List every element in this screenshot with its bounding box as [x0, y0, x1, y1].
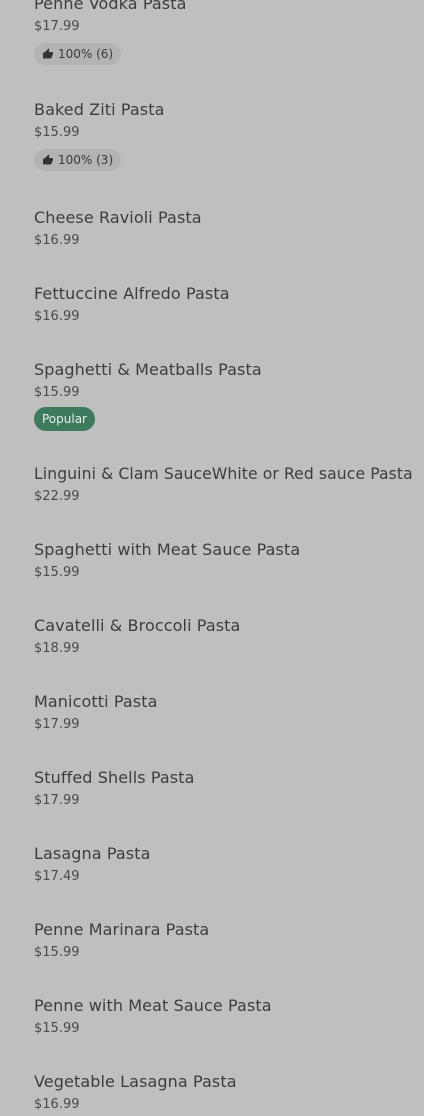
menu-item-name: Spaghetti & Meatballs Pasta	[34, 360, 262, 379]
menu-item[interactable]: Penne Vodka Pasta $17.99 100% (6)	[34, 0, 414, 65]
menu-item[interactable]: Manicotti Pasta $17.99	[34, 692, 414, 733]
thumbs-up-icon	[43, 48, 53, 59]
menu-item[interactable]: Penne with Meat Sauce Pasta $15.99	[34, 996, 414, 1037]
menu-item-name: Penne Vodka Pasta	[34, 0, 187, 13]
rating-text: 100% (3)	[58, 153, 114, 167]
rating-chip: 100% (3)	[34, 149, 122, 171]
menu-item-name: Stuffed Shells Pasta	[34, 768, 195, 787]
menu-item-price: $17.49	[34, 869, 80, 884]
menu-item-name: Cavatelli & Broccoli Pasta	[34, 616, 241, 635]
menu-item[interactable]: Baked Ziti Pasta $15.99 100% (3)	[34, 100, 414, 171]
menu-item-name: Penne Marinara Pasta	[34, 920, 210, 939]
menu-item-name: Lasagna Pasta	[34, 844, 151, 863]
rating-text: 100% (6)	[58, 47, 114, 61]
menu-item[interactable]: Fettuccine Alfredo Pasta $16.99	[34, 284, 414, 325]
menu-item-list: Penne Vodka Pasta $17.99 100% (6) Baked …	[0, 0, 424, 1116]
menu-item[interactable]: Stuffed Shells Pasta $17.99	[34, 768, 414, 809]
menu-item-name: Linguini & Clam SauceWhite or Red sauce …	[34, 465, 413, 483]
menu-item[interactable]: Penne Marinara Pasta $15.99	[34, 920, 414, 961]
menu-item-price: $16.99	[34, 1097, 80, 1112]
thumbs-up-icon	[43, 154, 53, 165]
menu-item-name: Baked Ziti Pasta	[34, 100, 165, 119]
menu-item-name: Manicotti Pasta	[34, 692, 158, 711]
menu-item-name: Penne with Meat Sauce Pasta	[34, 996, 272, 1015]
menu-item[interactable]: Linguini & Clam SauceWhite or Red sauce …	[34, 464, 414, 505]
menu-item[interactable]: Cheese Ravioli Pasta $16.99	[34, 208, 414, 249]
menu-item-price: $15.99	[34, 125, 80, 140]
menu-item-price: $15.99	[34, 565, 80, 580]
menu-item-price: $16.99	[34, 233, 80, 248]
menu-item-price: $15.99	[34, 385, 80, 400]
menu-item-price: $15.99	[34, 945, 80, 960]
menu-item-price: $17.99	[34, 717, 80, 732]
menu-item-price: $18.99	[34, 641, 80, 656]
menu-item-price: $17.99	[34, 19, 80, 34]
menu-item-name: Cheese Ravioli Pasta	[34, 208, 202, 227]
menu-item-price: $22.99	[34, 489, 80, 504]
rating-chip: 100% (6)	[34, 43, 122, 65]
menu-item-name: Fettuccine Alfredo Pasta	[34, 284, 230, 303]
menu-item[interactable]: Spaghetti with Meat Sauce Pasta $15.99	[34, 540, 414, 581]
menu-item-name: Spaghetti with Meat Sauce Pasta	[34, 540, 301, 559]
popular-badge: Popular	[34, 407, 95, 431]
menu-item[interactable]: Vegetable Lasagna Pasta $16.99	[34, 1072, 414, 1113]
menu-item-price: $17.99	[34, 793, 80, 808]
menu-item[interactable]: Lasagna Pasta $17.49	[34, 844, 414, 885]
menu-item-name: Vegetable Lasagna Pasta	[34, 1072, 237, 1091]
menu-item[interactable]: Cavatelli & Broccoli Pasta $18.99	[34, 616, 414, 657]
menu-item[interactable]: Spaghetti & Meatballs Pasta $15.99 Popul…	[34, 360, 414, 431]
menu-item-price: $16.99	[34, 309, 80, 324]
menu-item-price: $15.99	[34, 1021, 80, 1036]
